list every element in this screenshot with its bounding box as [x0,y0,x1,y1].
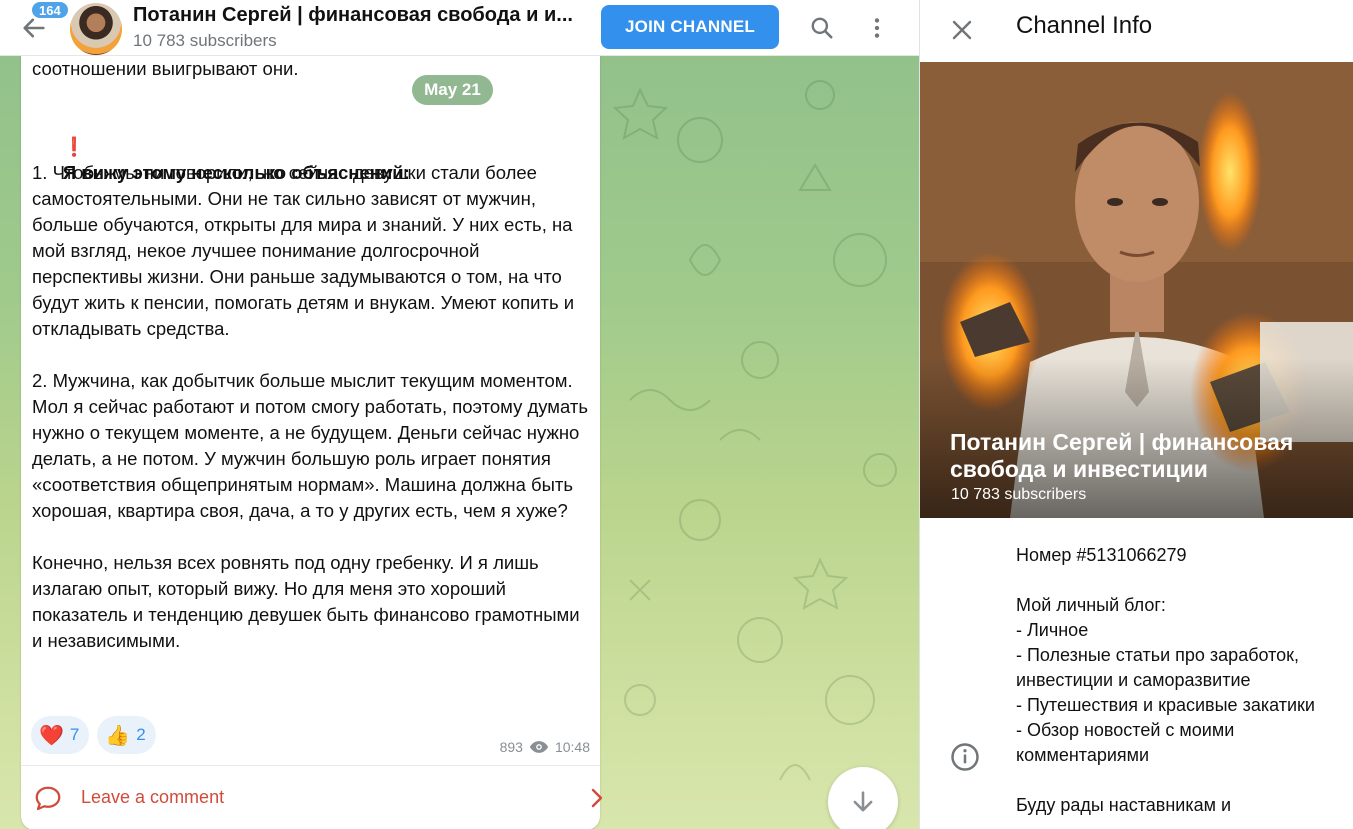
view-count: 893 [499,739,523,755]
more-vertical-icon [874,18,880,38]
exclamation-icon: ❗ [62,136,86,157]
message-lead-in: соотношении выигрывают они. [32,58,299,79]
channel-info-panel: Channel Info Потанин Сергей | финансовая… [919,0,1353,829]
message-bubble: соотношении выигрывают они. ❗ Я вижу это… [21,40,603,829]
comment-icon [35,786,61,811]
date-separator: May 21 [412,75,493,105]
search-button[interactable] [800,6,844,50]
message-meta: 893 10:48 [500,739,590,755]
channel-name: Потанин Сергей | финансовая свобода и ин… [950,429,1294,482]
reactions: ❤️ 7 👍 2 [31,716,156,754]
search-icon [811,17,833,39]
join-channel-button[interactable]: JOIN CHANNEL [601,5,779,49]
reaction-count: 2 [136,725,146,744]
arrow-down-icon [853,791,873,812]
channel-description: Номер #5131066279 Мой личный блог: - Лич… [1016,545,1315,815]
message-time: 10:48 [554,739,590,755]
channel-title[interactable]: Потанин Сергей | финансовая свобода и и.… [133,4,598,27]
unread-count-badge: 164 [30,0,70,20]
channel-cover-photo[interactable]: Потанин Сергей | финансовая свобода и ин… [920,62,1353,518]
more-menu-button[interactable] [855,6,899,50]
message-body: 1. Чтобы мы ни говорили, но сейчас девуш… [32,162,589,651]
channel-subscribers-count: 10 783 subscribers [951,486,1087,503]
scroll-to-bottom-button[interactable] [828,767,898,829]
reaction-thumbs-up[interactable]: 👍 2 [97,716,156,754]
leave-comment-label: Leave a comment [81,787,225,807]
heart-emoji: ❤️ [39,724,64,747]
eye-icon [529,741,549,753]
chat-header: 164 Потанин Сергей | финансовая свобода … [0,0,919,56]
panel-title: Channel Info [1016,12,1153,39]
close-button[interactable] [940,8,984,52]
reaction-count: 7 [69,725,80,744]
thumbs-up-emoji: 👍 [105,724,131,747]
reaction-heart[interactable]: ❤️ 7 [31,716,90,754]
info-icon [951,743,979,771]
close-icon [952,20,972,40]
leave-comment-button[interactable]: Leave a comment [21,765,603,829]
channel-avatar[interactable] [70,3,122,55]
chat-area: 164 Потанин Сергей | финансовая свобода … [0,0,919,829]
chevron-right-icon [591,788,603,808]
channel-subscribers: 10 783 subscribers [133,31,277,50]
channel-info-header: Channel Info [920,0,1353,62]
